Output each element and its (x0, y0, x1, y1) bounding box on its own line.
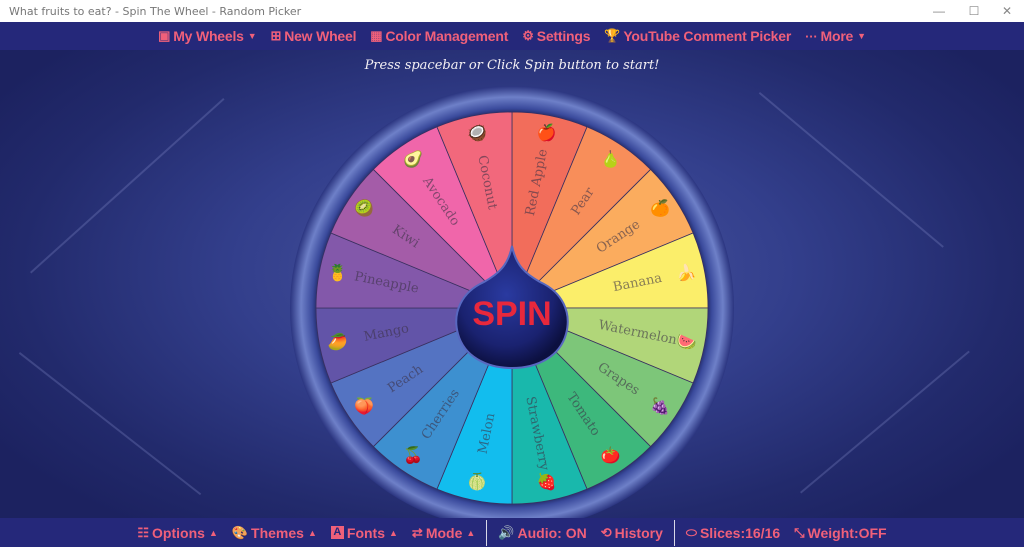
youtube-comment-picker-button[interactable]: 🏆 YouTube Comment Picker (604, 28, 791, 44)
close-button[interactable]: ✕ (990, 0, 1024, 22)
fruit-icon-watermelon: 🍉 (677, 332, 697, 351)
fruit-icon-orange: 🍊 (650, 199, 671, 218)
toggle-icon: ⬭ (685, 524, 697, 540)
background-streak (18, 352, 202, 496)
history-label: History (614, 524, 663, 541)
caret-up-icon: ▲ (208, 527, 218, 538)
fruit-icon-banana: 🍌 (677, 263, 697, 282)
history-button[interactable]: ⟲ History (601, 525, 663, 541)
audio-toggle[interactable]: 🔊 Audio: ON (498, 525, 586, 541)
fonts-menu[interactable]: A Fonts ▲ (330, 524, 398, 541)
fruit-icon-red-apple: 🍎 (537, 123, 557, 142)
new-wheel-label: New Wheel (284, 28, 357, 44)
images-icon: ▣ (158, 28, 171, 43)
resize-arrows-icon: ⤡ (794, 524, 805, 540)
my-wheels-menu[interactable]: ▣ My Wheels ▼ (158, 28, 257, 44)
fonts-label: Fonts (346, 524, 385, 541)
background-streak (800, 350, 970, 494)
speaker-icon: 🔊 (498, 524, 515, 540)
history-icon: ⟲ (600, 524, 612, 540)
sliders-icon: ☷ (137, 524, 150, 540)
fruit-icon-coconut: 🥥 (467, 123, 487, 142)
color-management-label: Color Management (385, 28, 509, 44)
wheel-svg[interactable]: Red Apple🍎Pear🍐Orange🍊Banana 🍌Watermelon🍉… (290, 86, 734, 530)
mode-menu[interactable]: ⇄ Mode ▲ (412, 525, 475, 541)
fruit-icon-strawberry: 🍓 (537, 472, 557, 491)
new-wheel-button[interactable]: ⊞ New Wheel (270, 28, 356, 44)
ellipsis-icon: ··· (805, 28, 818, 44)
trophy-icon: 🏆 (604, 28, 621, 43)
fruit-icon-kiwi: 🥝 (354, 198, 374, 218)
mode-label: Mode (425, 524, 463, 541)
fruit-icon-melon: 🍈 (467, 472, 487, 491)
my-wheels-label: My Wheels (173, 28, 244, 44)
fruit-icon-avocado: 🥑 (403, 148, 423, 168)
caret-up-icon: ▲ (466, 527, 476, 538)
fruit-icon-grapes: 🍇 (650, 396, 670, 415)
caret-down-icon: ▼ (247, 31, 257, 41)
mode-icon: ⇄ (411, 524, 423, 540)
options-label: Options (152, 524, 205, 541)
toolbar-divider (673, 519, 675, 546)
spin-wheel[interactable]: Red Apple 🍎 Pear 🍐 Orange 🍊 Banana 🍌 Watermelon 🍉… (290, 86, 734, 530)
themes-menu[interactable]: 🎨 Themes ▲ (232, 525, 317, 541)
maximize-button[interactable]: ☐ (957, 0, 991, 22)
options-menu[interactable]: ☷ Options ▲ (137, 525, 217, 541)
spin-instruction: Press spacebar or Click Spin button to s… (364, 58, 660, 73)
palette-icon: 🎨 (231, 524, 249, 540)
youtube-comment-picker-label: YouTube Comment Picker (623, 28, 792, 44)
slices-toggle[interactable]: ⬭ Slices:16/16 (686, 525, 780, 541)
weight-label: Weight:OFF (807, 524, 887, 541)
caret-down-icon: ▼ (857, 31, 866, 41)
fruit-icon-pear: 🍐 (601, 149, 621, 168)
gear-icon: ⚙ (522, 28, 534, 43)
toolbar-divider (486, 519, 488, 546)
palette-grid-icon: ▦ (370, 28, 383, 43)
slices-label: Slices:16/16 (699, 524, 781, 541)
font-icon: A (330, 526, 344, 539)
plus-square-icon: ⊞ (270, 28, 282, 43)
fruit-icon-mango: 🥭 (327, 332, 347, 351)
caret-up-icon: ▲ (307, 527, 317, 538)
caret-up-icon: ▲ (389, 527, 398, 538)
more-label: More (820, 28, 854, 44)
background-streak (30, 98, 225, 274)
settings-button[interactable]: ⚙ Settings (522, 28, 590, 44)
fruit-icon-cherries: 🍒 (403, 446, 423, 465)
window-title: What fruits to eat? - Spin The Wheel - R… (9, 5, 302, 18)
bottom-toolbar: ☷ Options ▲ 🎨 Themes ▲ A Fonts ▲ ⇄ Mode … (0, 518, 1024, 547)
top-navigation: ▣ My Wheels ▼ ⊞ New Wheel ▦ Color Manage… (0, 22, 1024, 50)
background-streak (758, 92, 944, 248)
spin-button-label[interactable]: SPIN (472, 295, 551, 333)
fruit-icon-peach: 🍑 (354, 396, 374, 415)
more-menu[interactable]: ··· More ▼ (805, 28, 866, 44)
minimize-button[interactable]: — (922, 0, 956, 22)
fruit-icon-pineapple: 🍍 (327, 263, 347, 282)
themes-label: Themes (251, 524, 304, 541)
settings-label: Settings (536, 28, 591, 44)
window-titlebar: What fruits to eat? - Spin The Wheel - R… (0, 0, 1024, 23)
fruit-icon-tomato: 🍅 (601, 446, 621, 465)
color-management-button[interactable]: ▦ Color Management (370, 28, 508, 44)
audio-label: Audio: ON (517, 524, 587, 541)
weight-toggle[interactable]: ⤡ Weight:OFF (794, 525, 886, 541)
